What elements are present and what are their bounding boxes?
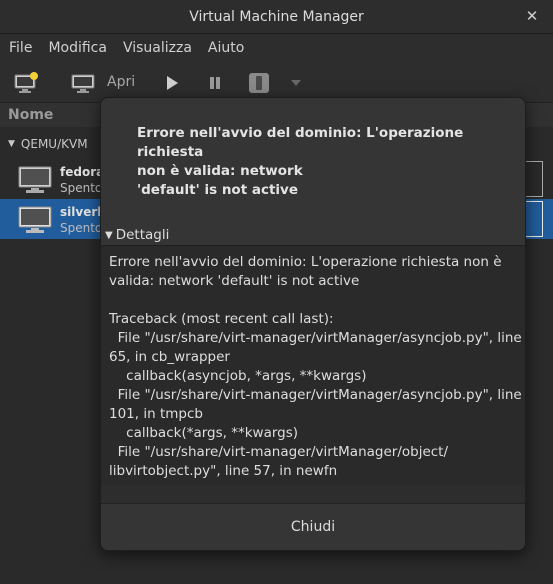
open-console-button[interactable] — [70, 70, 96, 96]
details-line: 65, in cb_wrapper — [109, 349, 230, 365]
vm-state: Spento — [60, 181, 103, 195]
error-title-line: non è valida: network — [137, 163, 303, 179]
shutdown-button[interactable] — [247, 70, 271, 96]
menu-bar: File Modifica Visualizza Aiuto — [0, 34, 553, 62]
details-line: callback(*args, **kwargs) — [109, 425, 299, 441]
error-title-line: 'default' is not active — [137, 182, 299, 198]
dropdown-arrow-icon — [291, 80, 301, 86]
pause-icon — [210, 77, 220, 89]
details-line: Errore nell'avvio del dominio: L'operazi… — [109, 254, 502, 270]
vm-state: Spento — [60, 221, 103, 235]
details-line: File "/usr/share/virt-manager/virtManage… — [109, 330, 522, 346]
menu-visualizza[interactable]: Visualizza — [114, 40, 199, 56]
pause-button[interactable] — [204, 70, 226, 96]
title-bar: Virtual Machine Manager ✕ — [0, 0, 553, 34]
details-text: Errore nell'avvio del dominio: L'operazi… — [109, 253, 522, 481]
details-line: callback(asyncjob, *args, **kwargs) — [109, 368, 367, 384]
details-line: 101, in tmpcb — [109, 406, 203, 422]
horizontal-scrollbar[interactable] — [101, 485, 525, 504]
new-vm-icon — [14, 72, 38, 93]
details-expander-label: Dettagli — [115, 227, 170, 243]
menu-modifica[interactable]: Modifica — [39, 40, 114, 56]
window-title: Virtual Machine Manager — [189, 8, 364, 25]
play-icon — [167, 76, 178, 90]
close-dialog-label: Chiudi — [290, 519, 336, 535]
details-line: File "/usr/share/virt-manager/virtManage… — [109, 387, 522, 403]
connection-row[interactable]: ▼ QEMU/KVM — [0, 135, 88, 153]
close-dialog-button[interactable]: Chiudi — [101, 504, 525, 550]
shutdown-menu-button[interactable] — [288, 70, 304, 96]
details-line: Traceback (most recent call last): — [109, 311, 334, 327]
expand-triangle-icon[interactable]: ▼ — [8, 139, 15, 149]
open-label[interactable]: Apri — [107, 74, 135, 90]
details-line: libvirtobject.py", line 57, in newfn — [109, 463, 338, 479]
details-line: File "/usr/share/virt-manager/virtManage… — [109, 444, 449, 460]
expander-triangle-icon: ▼ — [105, 229, 113, 241]
menu-file[interactable]: File — [0, 40, 39, 56]
details-line: valida: network 'default' is not active — [109, 273, 360, 289]
vm-monitor-icon — [18, 166, 52, 193]
menu-aiuto[interactable]: Aiuto — [199, 40, 251, 56]
run-button[interactable] — [161, 70, 183, 96]
details-expander[interactable]: ▼ Dettagli — [105, 227, 169, 243]
error-dialog: Errore nell'avvio del dominio: L'operazi… — [100, 97, 526, 551]
error-title: Errore nell'avvio del dominio: L'operazi… — [137, 124, 507, 200]
details-textview[interactable]: Errore nell'avvio del dominio: L'operazi… — [101, 245, 525, 487]
error-title-line: Errore nell'avvio del dominio: L'operazi… — [137, 125, 464, 160]
details-line — [109, 291, 519, 310]
close-icon[interactable]: ✕ — [523, 6, 541, 26]
new-vm-button[interactable] — [12, 70, 40, 96]
vm-monitor-icon — [18, 206, 52, 233]
monitor-icon — [71, 74, 95, 93]
column-header-label: Nome — [8, 107, 54, 123]
power-icon — [249, 73, 269, 93]
connection-label: QEMU/KVM — [20, 137, 88, 151]
